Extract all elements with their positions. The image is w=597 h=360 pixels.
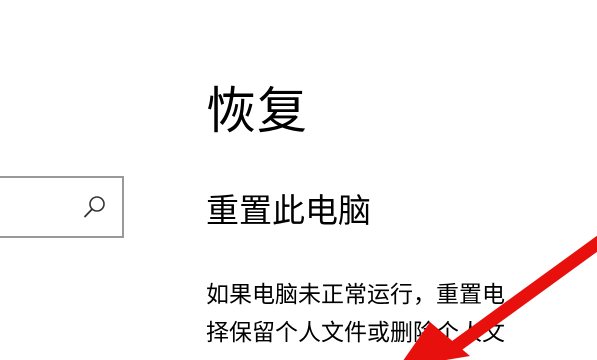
settings-search-box[interactable] xyxy=(0,176,124,238)
reset-description-line-1: 如果电脑未正常运行，重置电 xyxy=(206,282,505,308)
reset-this-pc-heading: 重置此电脑 xyxy=(206,191,371,230)
search-icon[interactable] xyxy=(82,194,108,220)
reset-description: 如果电脑未正常运行，重置电 择保留个人文件或删除个人文 xyxy=(206,276,597,352)
reset-description-line-2: 择保留个人文件或删除个人文 xyxy=(206,320,505,346)
page-title: 恢复 xyxy=(206,82,308,140)
search-input[interactable] xyxy=(6,182,74,232)
